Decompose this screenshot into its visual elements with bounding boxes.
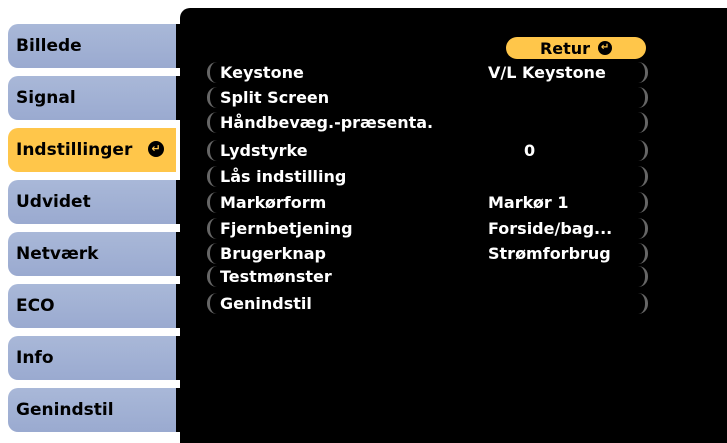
enter-icon: ↵ [148,141,164,157]
sidebar-item-billede[interactable]: Billede [8,24,176,68]
row-value: V/L Keystone [488,63,606,82]
row-value: 0 [524,141,536,160]
enter-icon: ↵ [598,41,613,55]
menu-row-split-screen[interactable]: Split Screen [207,87,648,108]
menu-row-genindstil[interactable]: Genindstil [207,293,648,314]
sidebar-item-netvaerk[interactable]: Netværk [8,232,176,276]
sidebar-item-label: Info [16,348,54,368]
row-label: Testmønster [220,267,332,286]
menu-row-brugerknap[interactable]: Brugerknap Strømforbrug [207,243,648,264]
menu-row-fjernbetjening[interactable]: Fjernbetjening Forside/bag... [207,218,648,239]
menu-row-markoerform[interactable]: Markørform Markør 1 [207,192,648,213]
return-button[interactable]: Retur ↵ [506,37,646,59]
row-label: Markørform [220,193,327,212]
sidebar-item-label: Netværk [16,244,99,264]
return-label: Retur [539,38,591,58]
sidebar-item-label: ECO [16,296,55,316]
menu-row-testmoenster[interactable]: Testmønster [207,266,648,287]
sidebar-item-label: Udvidet [16,192,91,212]
sidebar-item-label: Genindstil [16,400,114,420]
menu-row-haandbevaeg[interactable]: Håndbevæg.-præsenta. [207,112,648,133]
menu-sidebar: Billede Signal Indstillinger ↵ Udvidet N… [0,0,190,443]
sidebar-item-info[interactable]: Info [8,336,176,380]
sidebar-item-genindstil[interactable]: Genindstil [8,388,176,432]
row-value: Forside/bag... [488,219,613,238]
sidebar-item-indstillinger[interactable]: Indstillinger ↵ [8,128,176,172]
row-label: Lydstyrke [220,141,308,160]
row-label: Split Screen [220,88,330,107]
row-label: Genindstil [220,294,312,313]
sidebar-item-signal[interactable]: Signal [8,76,176,120]
menu-row-keystone[interactable]: Keystone V/L Keystone [207,62,648,83]
sidebar-item-label: Signal [16,88,76,108]
menu-row-lydstyrke[interactable]: Lydstyrke 0 [207,140,648,161]
sidebar-item-eco[interactable]: ECO [8,284,176,328]
sidebar-item-label: Billede [16,36,82,56]
row-label: Brugerknap [220,244,326,263]
row-value: Strømforbrug [488,244,611,263]
row-label: Håndbevæg.-præsenta. [220,113,434,132]
row-label: Keystone [220,63,304,82]
row-label: Fjernbetjening [220,219,353,238]
sidebar-item-udvidet[interactable]: Udvidet [8,180,176,224]
sidebar-item-label: Indstillinger [16,140,133,160]
row-value: Markør 1 [488,193,569,212]
menu-row-laas-indstilling[interactable]: Lås indstilling [207,166,648,187]
row-label: Lås indstilling [220,167,347,186]
